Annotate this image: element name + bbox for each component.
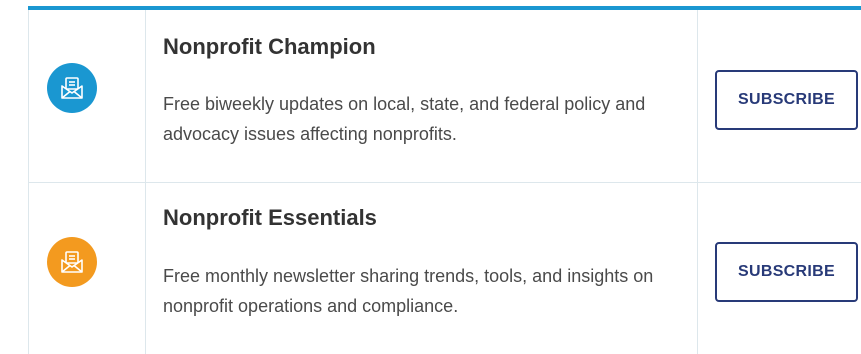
envelope-icon [47,63,97,113]
icon-cell [28,183,146,354]
icon-cell [28,10,146,182]
newsletter-title: Nonprofit Champion [163,34,376,59]
subscribe-button[interactable]: SUBSCRIBE [715,70,858,130]
newsletter-description: Free biweekly updates on local, state, a… [163,94,646,144]
newsletter-list: Nonprofit Champion Free biweekly updates… [28,6,861,354]
envelope-icon [47,237,97,287]
newsletter-title: Nonprofit Essentials [163,205,377,230]
newsletter-description: Free monthly newsletter sharing trends, … [163,266,654,316]
subscribe-button[interactable]: SUBSCRIBE [715,242,858,302]
